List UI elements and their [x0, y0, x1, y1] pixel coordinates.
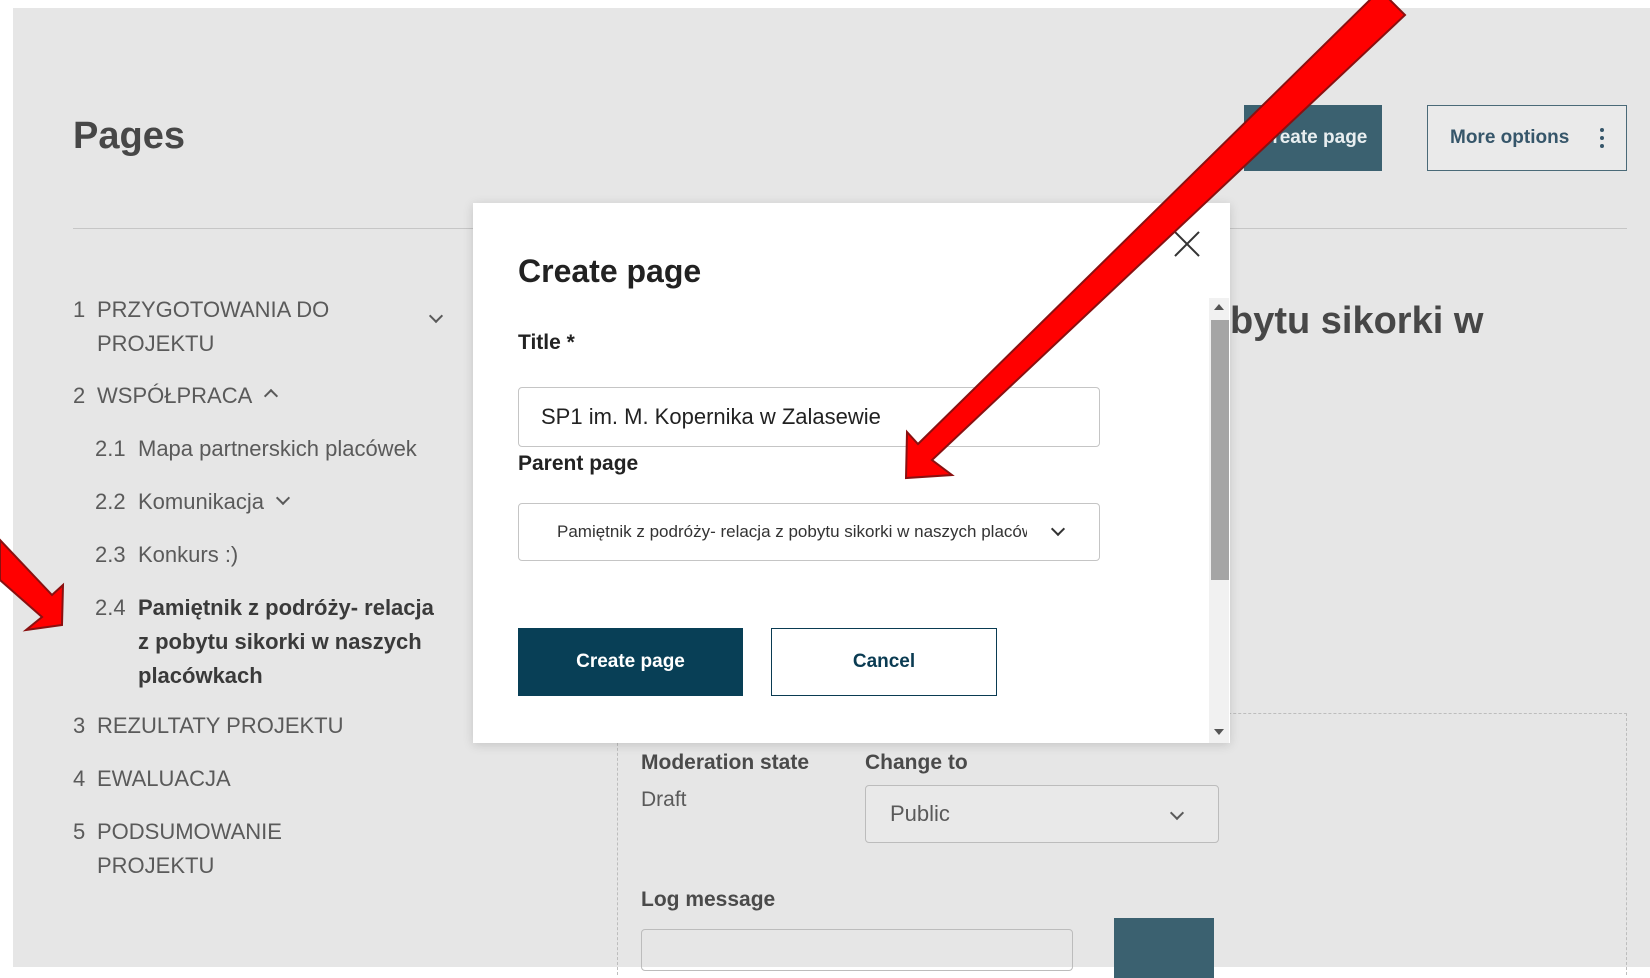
red-annotation-arrow-left: [0, 538, 65, 632]
annotation-arrows: [0, 0, 1407, 632]
red-annotation-arrow-main: [904, 0, 1407, 480]
